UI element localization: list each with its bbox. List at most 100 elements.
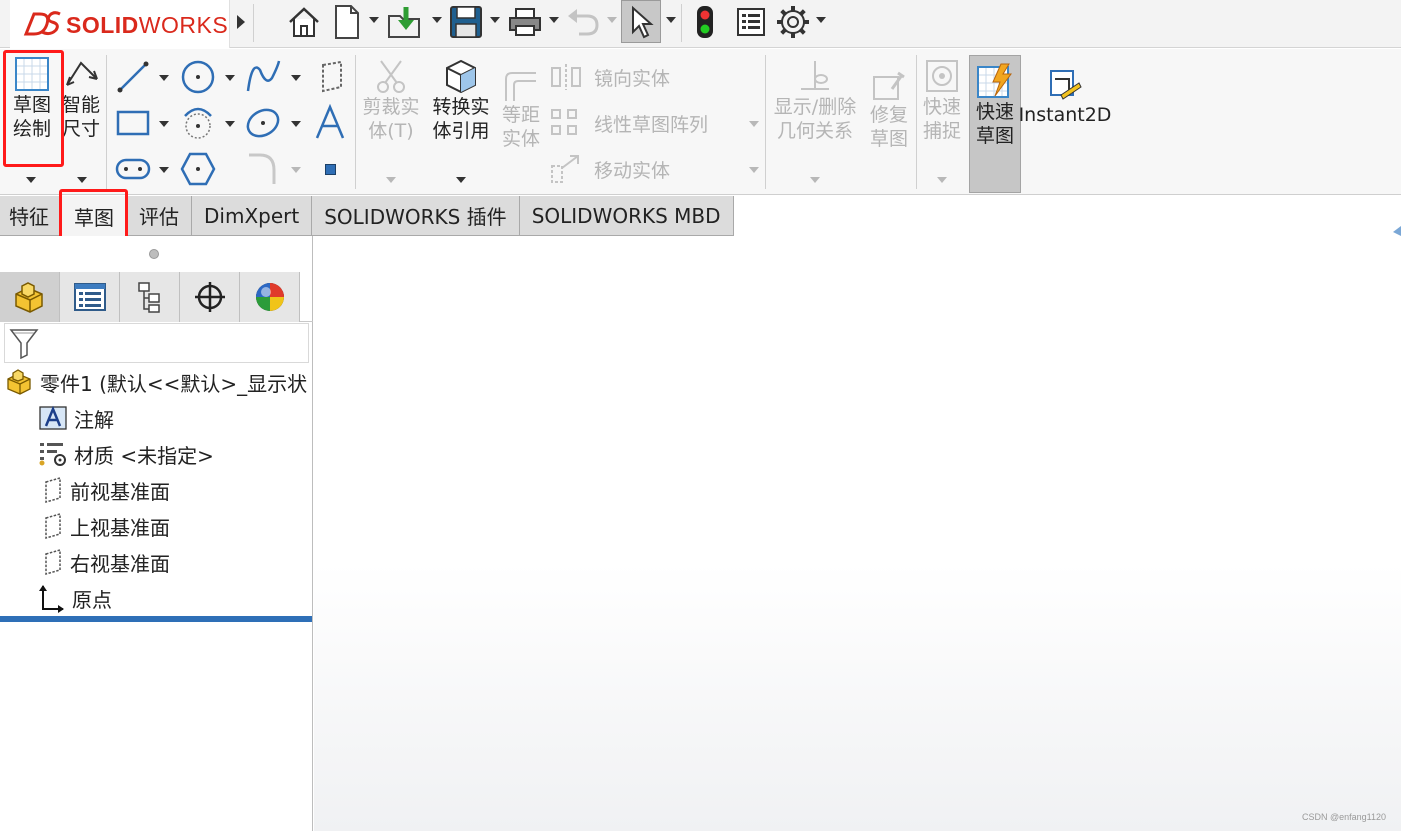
text-button[interactable] bbox=[308, 103, 352, 143]
instant2d-button[interactable]: Instant2D bbox=[1019, 67, 1111, 127]
point-button[interactable] bbox=[308, 149, 352, 189]
snaps-dropdown-caret[interactable] bbox=[937, 177, 947, 183]
dimxpert-manager-tab[interactable] bbox=[180, 272, 240, 322]
tab-features-label: 特征 bbox=[9, 205, 49, 229]
property-manager-tab[interactable] bbox=[60, 272, 120, 322]
tab-evaluate[interactable]: 评估 bbox=[127, 196, 192, 236]
trim-entities-button[interactable]: 剪裁实 体(T) bbox=[358, 57, 424, 143]
configuration-manager-tab[interactable] bbox=[120, 272, 180, 322]
smart-dimension-dropdown-caret[interactable] bbox=[77, 177, 87, 183]
quick-snaps-button[interactable]: 快速 捕捉 bbox=[918, 57, 966, 143]
circle-icon bbox=[181, 60, 215, 94]
circle-dropdown-caret[interactable] bbox=[225, 75, 235, 81]
print-dropdown-caret[interactable] bbox=[549, 17, 559, 23]
file-properties-button[interactable] bbox=[732, 0, 770, 44]
ellipse-button[interactable] bbox=[241, 103, 285, 143]
offset-entities-button[interactable]: 等距 实体 bbox=[497, 69, 545, 151]
display-manager-tab[interactable] bbox=[240, 272, 300, 322]
command-manager: 草图 绘制 智能 尺寸 剪裁实 体(T) 转换实 体引用 等距 实体 镜向实体 … bbox=[0, 49, 1401, 195]
open-button[interactable] bbox=[384, 0, 428, 44]
offset-entities-icon bbox=[505, 72, 536, 101]
options-button[interactable] bbox=[773, 0, 813, 44]
sketch-dropdown-caret[interactable] bbox=[26, 177, 36, 183]
undo-dropdown-caret[interactable] bbox=[607, 17, 617, 23]
line-button[interactable] bbox=[111, 57, 155, 97]
slot-icon bbox=[115, 158, 151, 180]
move-entities-button[interactable]: 移动实体 bbox=[548, 149, 670, 189]
separator bbox=[106, 55, 107, 189]
save-dropdown-caret[interactable] bbox=[490, 17, 500, 23]
fillet-button[interactable] bbox=[241, 149, 285, 189]
tree-item-annotations[interactable]: 注解 bbox=[38, 401, 114, 435]
rapid-sketch-icon bbox=[977, 63, 1012, 98]
rollback-bar[interactable] bbox=[0, 616, 312, 622]
rebuild-icon bbox=[697, 6, 713, 38]
tab-dimxpert[interactable]: DimXpert bbox=[192, 196, 313, 236]
select-dropdown-caret[interactable] bbox=[666, 17, 676, 23]
plane-icon bbox=[322, 60, 342, 93]
feature-manager-panel: 零件1 (默认<<默认>_显示状 注解 材质 <未指定> 前视基准面 上视基准面… bbox=[0, 236, 313, 831]
move-dropdown-caret[interactable] bbox=[749, 167, 759, 173]
spline-button[interactable] bbox=[241, 57, 285, 97]
rapid-sketch-button[interactable]: 快速 草图 bbox=[969, 55, 1021, 193]
smart-dimension-button[interactable]: 智能 尺寸 bbox=[58, 55, 104, 141]
tab-addins[interactable]: SOLIDWORKS 插件 bbox=[312, 196, 520, 236]
heads-up-toolbar-handle-icon[interactable] bbox=[1393, 226, 1401, 236]
new-dropdown-caret[interactable] bbox=[369, 17, 379, 23]
tree-filter-box[interactable] bbox=[4, 323, 309, 363]
ellipse-dropdown-caret[interactable] bbox=[291, 121, 301, 127]
open-dropdown-caret[interactable] bbox=[432, 17, 442, 23]
home-button[interactable] bbox=[284, 0, 324, 44]
pattern-dropdown-caret[interactable] bbox=[749, 121, 759, 127]
plane-button[interactable] bbox=[308, 57, 352, 97]
line-dropdown-caret[interactable] bbox=[159, 75, 169, 81]
arc-dropdown-caret[interactable] bbox=[225, 121, 235, 127]
display-relations-button[interactable]: 显示/删除 几何关系 bbox=[768, 57, 862, 143]
polygon-button[interactable] bbox=[176, 149, 220, 189]
convert-entities-icon bbox=[446, 59, 476, 94]
graphics-area[interactable]: CSDN @enfang1120 bbox=[314, 236, 1401, 831]
circle-button[interactable] bbox=[176, 57, 220, 97]
part-icon bbox=[7, 369, 31, 395]
tab-features[interactable]: 特征 bbox=[0, 196, 62, 236]
tree-item-part[interactable]: 零件1 (默认<<默认>_显示状 bbox=[6, 365, 307, 399]
rectangle-button[interactable] bbox=[111, 103, 155, 143]
tree-item-material[interactable]: 材质 <未指定> bbox=[38, 437, 214, 471]
convert-entities-button[interactable]: 转换实 体引用 bbox=[428, 57, 494, 143]
slot-dropdown-caret[interactable] bbox=[159, 167, 169, 173]
relations-dropdown-caret[interactable] bbox=[810, 177, 820, 183]
solidworks-window: SOLIDWORKS 草图 绘制 智能 尺寸 剪裁实 体(T) 转换实 体引用 … bbox=[0, 0, 1401, 831]
new-document-button[interactable] bbox=[330, 0, 364, 44]
undo-icon bbox=[568, 9, 599, 36]
options-dropdown-caret[interactable] bbox=[816, 17, 826, 23]
trim-dropdown-caret[interactable] bbox=[386, 177, 396, 183]
tree-item-top-plane[interactable]: 上视基准面 bbox=[40, 509, 170, 543]
arc-button[interactable] bbox=[176, 103, 220, 143]
tree-item-origin[interactable]: 原点 bbox=[38, 581, 112, 615]
mirror-entities-button[interactable]: 镜向实体 bbox=[548, 57, 670, 97]
feature-manager-tab[interactable] bbox=[0, 272, 60, 322]
tree-item-right-plane[interactable]: 右视基准面 bbox=[40, 545, 170, 579]
linear-pattern-button[interactable]: 线性草图阵列 bbox=[548, 103, 708, 143]
convert-dropdown-caret[interactable] bbox=[456, 177, 466, 183]
print-button[interactable] bbox=[505, 0, 545, 44]
panel-drag-handle[interactable] bbox=[149, 249, 159, 259]
select-button[interactable] bbox=[621, 0, 661, 43]
manager-tabs bbox=[0, 272, 313, 322]
save-button[interactable] bbox=[446, 0, 486, 44]
slot-button[interactable] bbox=[111, 149, 155, 189]
tree-item-material-label: 材质 <未指定> bbox=[74, 443, 214, 468]
tree-item-front-plane[interactable]: 前视基准面 bbox=[40, 473, 170, 507]
spline-dropdown-caret[interactable] bbox=[291, 75, 301, 81]
rectangle-dropdown-caret[interactable] bbox=[159, 121, 169, 127]
expand-menu-button[interactable] bbox=[233, 0, 249, 44]
rectangle-icon bbox=[116, 110, 150, 136]
repair-sketch-button[interactable]: 修复 草图 bbox=[864, 69, 914, 151]
expand-arrow-icon bbox=[237, 15, 245, 29]
tab-mbd[interactable]: SOLIDWORKS MBD bbox=[519, 196, 734, 236]
fillet-dropdown-caret[interactable] bbox=[291, 167, 301, 173]
rapid-sketch-label: 快速 草图 bbox=[975, 101, 1014, 147]
sketch-highlight-box bbox=[3, 50, 64, 167]
rebuild-button[interactable] bbox=[690, 0, 720, 44]
undo-button[interactable] bbox=[563, 0, 603, 44]
